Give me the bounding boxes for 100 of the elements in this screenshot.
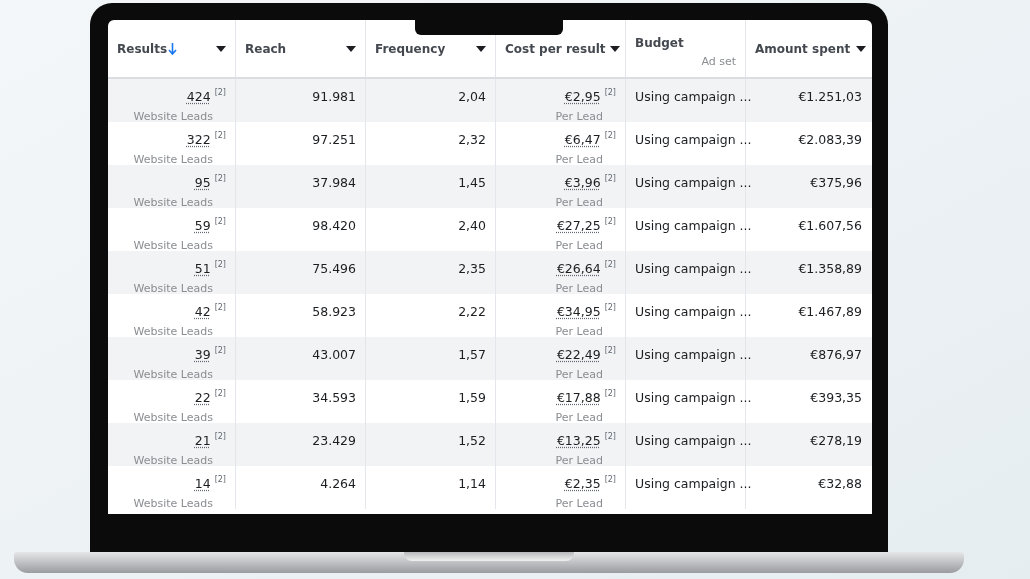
metric-link[interactable]: €27,25: [556, 217, 601, 236]
table-cell-text: 2,32: [458, 131, 486, 149]
metric-unit: Website Leads: [133, 194, 213, 211]
table-cell-text: 2,40: [458, 217, 486, 235]
table-cell-text: Using campaign ...: [635, 174, 752, 192]
metric-unit: Website Leads: [133, 495, 213, 512]
table-cell-text: 1,57: [458, 346, 486, 364]
metric-link[interactable]: €34,95: [556, 303, 601, 322]
table-cell-text: €2.083,39: [798, 131, 862, 149]
footnote-marker: [2]: [604, 89, 616, 97]
metric-link[interactable]: €13,25: [556, 432, 601, 451]
table-cell-text: 2,35: [458, 260, 486, 278]
sort-arrow-down-icon[interactable]: [168, 43, 178, 55]
table-cell-text: Using campaign ...: [635, 303, 752, 321]
footnote-marker: [2]: [604, 175, 616, 183]
table-cell-text: 58.923: [312, 303, 356, 321]
metric-unit: Website Leads: [133, 151, 213, 168]
footnote-marker: [2]: [604, 261, 616, 269]
column-header[interactable]: Cost per result: [505, 40, 606, 58]
table-cell-text: 1,59: [458, 389, 486, 407]
metric-unit: Website Leads: [133, 409, 213, 426]
metric-link[interactable]: €3,96: [564, 174, 601, 193]
footnote-marker: [2]: [214, 261, 226, 269]
footnote-marker: [2]: [214, 347, 226, 355]
dropdown-caret-icon[interactable]: [216, 46, 226, 52]
metric-link[interactable]: €6,47: [564, 131, 601, 150]
table-cell-text: Using campaign ...: [635, 389, 752, 407]
column-header[interactable]: Budget: [635, 34, 684, 52]
table-cell-text: 2,22: [458, 303, 486, 321]
metric-unit: Per Lead: [555, 108, 603, 125]
metric-link[interactable]: 39: [194, 346, 211, 365]
table-cell-text: Using campaign ...: [635, 475, 752, 493]
footnote-marker: [2]: [604, 347, 616, 355]
dropdown-caret-icon[interactable]: [856, 46, 866, 52]
metric-unit: Per Lead: [555, 366, 603, 383]
column-header[interactable]: Frequency: [375, 40, 446, 58]
table-cell-text: Using campaign ...: [635, 346, 752, 364]
table-cell-text: €32,88: [818, 475, 862, 493]
table-cell-text: €375,96: [810, 174, 862, 192]
dropdown-caret-icon[interactable]: [346, 46, 356, 52]
footnote-marker: [2]: [604, 304, 616, 312]
metric-link[interactable]: 21: [194, 432, 211, 451]
footnote-marker: [2]: [214, 390, 226, 398]
table-cell-text: 91.981: [312, 88, 356, 106]
table-cell-text: 37.984: [312, 174, 356, 192]
footnote-marker: [2]: [214, 89, 226, 97]
metric-unit: Per Lead: [555, 323, 603, 340]
table-cell-text: 2,04: [458, 88, 486, 106]
metric-link[interactable]: €22,49: [556, 346, 601, 365]
table-cell-text: €393,35: [810, 389, 862, 407]
metric-link[interactable]: €26,64: [556, 260, 601, 279]
table-cell-text: €278,19: [810, 432, 862, 450]
footnote-marker: [2]: [604, 390, 616, 398]
column-header[interactable]: Amount spent: [755, 40, 851, 58]
table-cell-text: Using campaign ...: [635, 432, 752, 450]
table-cell-text: 34.593: [312, 389, 356, 407]
metric-link[interactable]: 14: [194, 475, 211, 494]
metric-link[interactable]: 95: [194, 174, 211, 193]
metric-unit: Website Leads: [133, 366, 213, 383]
metric-unit: Per Lead: [555, 194, 603, 211]
metric-link[interactable]: €17,88: [556, 389, 601, 408]
footnote-marker: [2]: [214, 132, 226, 140]
table-cell-text: Using campaign ...: [635, 260, 752, 278]
metric-unit: Per Lead: [555, 452, 603, 469]
metric-unit: Per Lead: [555, 280, 603, 297]
table-cell-text: 1,14: [458, 475, 486, 493]
footnote-marker: [2]: [604, 476, 616, 484]
table-cell-text: €876,97: [810, 346, 862, 364]
footnote-marker: [2]: [214, 433, 226, 441]
metric-link[interactable]: 51: [194, 260, 211, 279]
table-cell-text: 4.264: [320, 475, 356, 493]
column-subtitle: Ad set: [701, 55, 736, 68]
table-cell-text: €1.467,89: [798, 303, 862, 321]
dropdown-caret-icon[interactable]: [609, 46, 620, 52]
metric-unit: Website Leads: [133, 237, 213, 254]
metric-link[interactable]: 22: [194, 389, 211, 408]
metric-unit: Per Lead: [555, 495, 603, 512]
table-cell-text: 1,52: [458, 432, 486, 450]
metric-unit: Website Leads: [133, 280, 213, 297]
metric-link[interactable]: 424: [186, 88, 211, 107]
column-header[interactable]: Reach: [245, 40, 287, 58]
footnote-marker: [2]: [214, 218, 226, 226]
table-cell-text: Using campaign ...: [635, 88, 752, 106]
table-cell-text: 98.420: [312, 217, 356, 235]
metric-unit: Per Lead: [555, 409, 603, 426]
table-cell-text: €1.607,56: [798, 217, 862, 235]
metric-link[interactable]: 322: [186, 131, 211, 150]
metric-unit: Website Leads: [133, 452, 213, 469]
metric-link[interactable]: 59: [194, 217, 211, 236]
dropdown-caret-icon[interactable]: [476, 46, 486, 52]
metric-unit: Website Leads: [133, 323, 213, 340]
metric-link[interactable]: €2,35: [564, 475, 601, 494]
metric-link[interactable]: 42: [194, 303, 211, 322]
column-header[interactable]: Results: [117, 40, 168, 58]
metric-link[interactable]: €2,95: [564, 88, 601, 107]
footnote-marker: [2]: [604, 132, 616, 140]
table-cell-text: €1.358,89: [798, 260, 862, 278]
metric-unit: Per Lead: [555, 151, 603, 168]
table-cell-text: €1.251,03: [798, 88, 862, 106]
footnote-marker: [2]: [214, 304, 226, 312]
